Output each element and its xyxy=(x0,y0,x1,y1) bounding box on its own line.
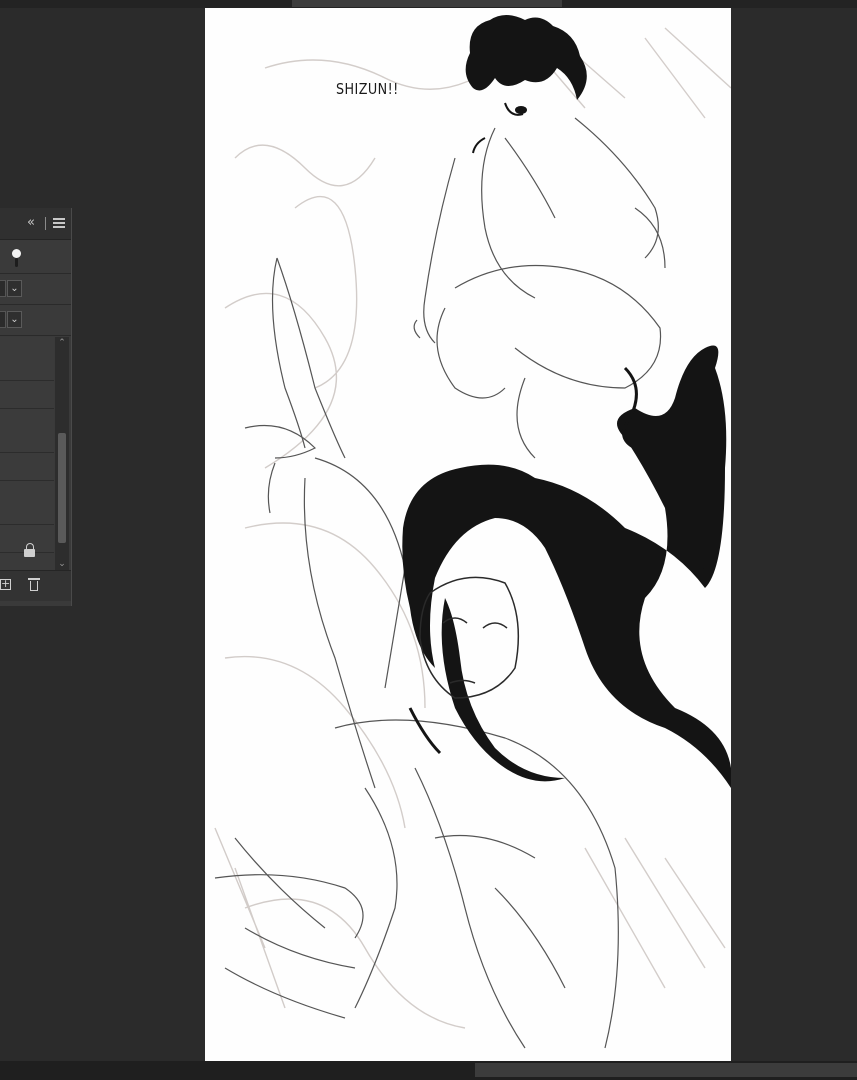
layer-panel-header: « xyxy=(0,208,71,240)
blend-mode-row: ⌄ xyxy=(0,274,71,305)
scroll-down-icon[interactable]: ⌄ xyxy=(55,558,69,570)
scrollbar-thumb[interactable] xyxy=(58,433,66,543)
opacity-row: ⌄ xyxy=(0,305,71,336)
layer-toggle-row xyxy=(0,240,71,274)
canvas-artwork xyxy=(214,15,731,1049)
layer-item[interactable] xyxy=(0,381,54,409)
layer-item[interactable] xyxy=(0,337,54,381)
toggle-knob xyxy=(12,249,21,258)
opacity-select[interactable] xyxy=(0,311,6,328)
panel-menu-icon[interactable] xyxy=(53,218,65,228)
layer-list xyxy=(0,337,54,570)
top-scrollbar-track xyxy=(0,0,857,8)
scroll-up-icon[interactable]: ⌃ xyxy=(55,337,69,349)
header-divider xyxy=(45,217,46,230)
layer-panel: « ⌄ ⌄ ⌃ ⌄ + xyxy=(0,208,72,606)
speech-bubble-text: SHIZUN!! xyxy=(336,80,399,98)
layer-panel-footer: + xyxy=(0,570,71,601)
layer-item[interactable] xyxy=(0,481,54,525)
blend-mode-select[interactable] xyxy=(0,280,6,297)
top-scrollbar-thumb[interactable] xyxy=(292,0,562,7)
toggle-track xyxy=(15,258,18,267)
chevron-down-icon[interactable]: ⌄ xyxy=(7,280,22,297)
bottom-scrollbar-track xyxy=(0,1061,857,1080)
bottom-scrollbar-thumb[interactable] xyxy=(475,1063,857,1077)
layer-item[interactable] xyxy=(0,409,54,453)
toggle-switch[interactable] xyxy=(10,248,22,268)
layer-list-scrollbar[interactable]: ⌃ ⌄ xyxy=(55,337,69,570)
trash-icon[interactable] xyxy=(28,577,40,592)
layer-item[interactable] xyxy=(0,453,54,481)
new-layer-icon[interactable]: + xyxy=(0,578,11,590)
chevron-down-icon[interactable]: ⌄ xyxy=(7,311,22,328)
drawing-canvas[interactable]: SHIZUN!! xyxy=(205,8,731,1061)
collapse-chevrons-icon[interactable]: « xyxy=(27,215,35,231)
lock-icon[interactable] xyxy=(24,543,36,557)
